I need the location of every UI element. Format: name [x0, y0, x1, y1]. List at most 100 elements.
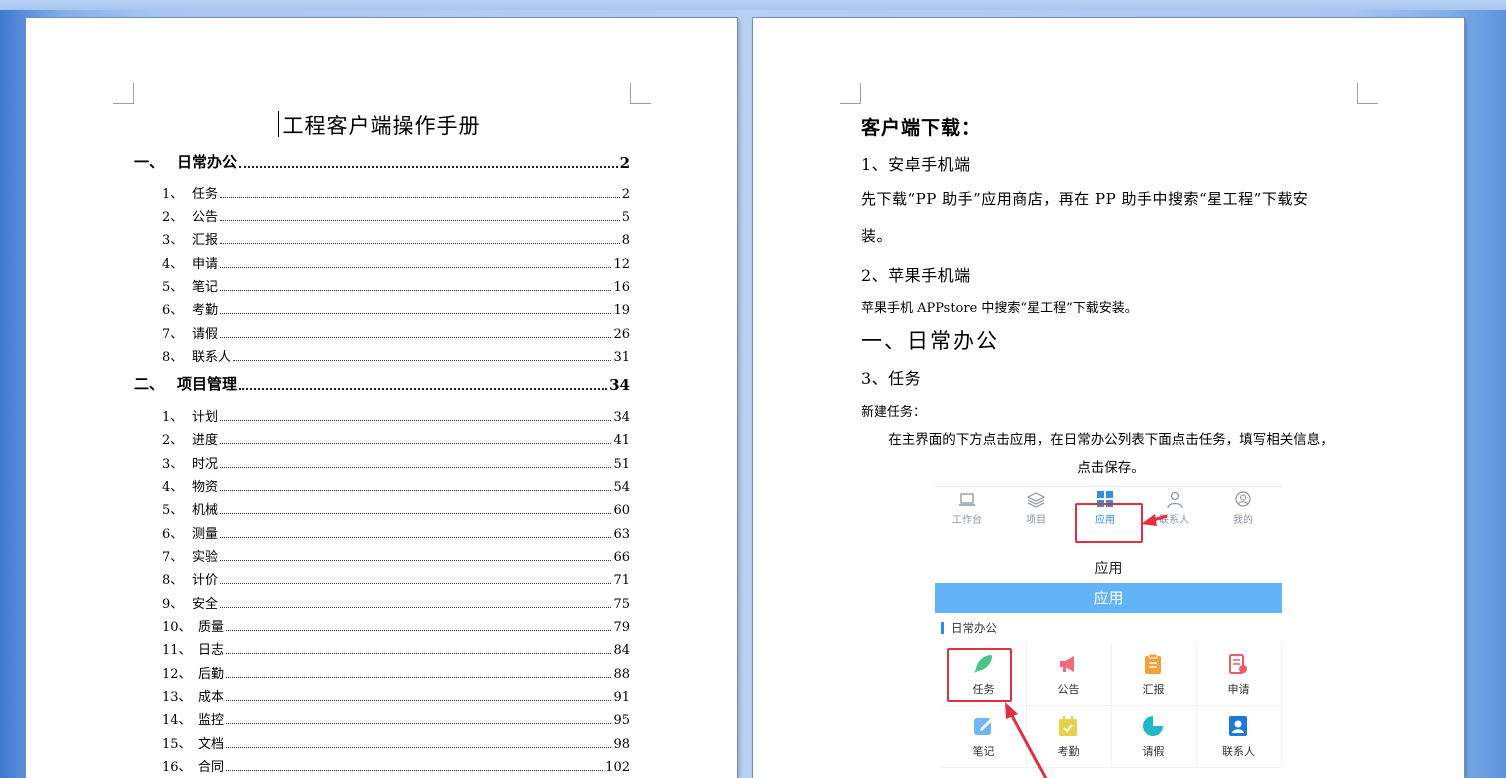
toc-leader [220, 419, 612, 421]
toc-entry[interactable]: 2、 进度 41 [162, 428, 630, 448]
tab-label: 联系人 [1159, 515, 1189, 526]
toc-page-number: 71 [613, 573, 630, 588]
toc-entry-number: 13、 [162, 690, 192, 705]
toc-section-number: 二、 [134, 375, 165, 393]
toc-entry[interactable]: 5、 笔记 16 [162, 275, 630, 295]
toc-entry[interactable]: 1、 计划 34 [162, 405, 630, 425]
toc-leader [220, 489, 612, 491]
margin-corner-top-right [1357, 83, 1378, 104]
android-heading[interactable]: 1、安卓手机端 [861, 151, 971, 175]
layers-icon [1026, 492, 1046, 508]
toc-leader [220, 442, 612, 444]
app-tile-leave: 请假 [1111, 705, 1197, 768]
calendar-check-icon [1059, 716, 1077, 736]
ios-heading[interactable]: 2、苹果手机端 [861, 262, 971, 286]
toc-page-number: 79 [613, 620, 630, 635]
toc-entry[interactable]: 6、 测量 63 [162, 522, 630, 542]
task-heading[interactable]: 3、任务 [861, 365, 921, 389]
toc-entry-number: 7、 [162, 327, 184, 342]
toc-section-heading[interactable]: 二、 项目管理 34 [134, 374, 630, 394]
tab-projects: 项目 [1006, 489, 1066, 526]
toc-page-number: 95 [613, 713, 630, 728]
toc-section-heading[interactable]: 一、 日常办公 2 [134, 152, 630, 172]
megaphone-icon [1060, 656, 1074, 672]
download-heading[interactable]: 客户端下载： [861, 113, 981, 140]
document-title[interactable]: 工程客户端操作手册 [26, 110, 737, 140]
new-task-label[interactable]: 新建任务： [861, 401, 926, 420]
contact-card-icon [1229, 716, 1247, 736]
toc-entry-label: 监控 [198, 713, 225, 728]
toc-entry-label: 笔记 [192, 280, 219, 295]
toc-page-number: 2 [619, 154, 630, 172]
toc-leader [220, 536, 612, 538]
toc-entry[interactable]: 8、 计价 71 [162, 568, 630, 588]
margin-corner-top-left [840, 83, 861, 104]
document-page-content[interactable]: 客户端下载： 1、安卓手机端 先下载“PP 助手”应用商店，再在 PP 助手中搜… [753, 18, 1464, 778]
toc-entry[interactable]: 12、 后勤 88 [162, 662, 630, 682]
toc-leader [220, 242, 620, 244]
android-body-line-1[interactable]: 先下载“PP 助手”应用商店，再在 PP 助手中搜索“星工程”下载安 [861, 188, 1308, 209]
toc-leader [226, 629, 612, 631]
toc-entry[interactable]: 10、 质量 79 [162, 615, 630, 635]
toc-page-number: 8 [621, 233, 630, 248]
laptop-icon [959, 493, 975, 506]
android-body-line-2[interactable]: 装。 [861, 225, 892, 246]
toc-entry-number: 8、 [162, 350, 184, 365]
toc-entry[interactable]: 5、 机械 60 [162, 498, 630, 518]
toc-entry-label: 安全 [192, 597, 219, 612]
toc-page-number: 98 [613, 737, 630, 752]
toc-page-number: 54 [613, 480, 630, 495]
toc-entry[interactable]: 14、 监控 95 [162, 708, 630, 728]
toc-page-number: 31 [613, 350, 630, 365]
margin-corner-top-left [113, 83, 134, 104]
toc-entry-label: 任务 [192, 187, 219, 202]
section-heading[interactable]: 一、日常办公 [861, 325, 999, 355]
tab-label: 工作台 [952, 515, 982, 526]
app-tile-label: 申请 [1227, 683, 1250, 696]
toc-entry[interactable]: 3、 时况 51 [162, 452, 630, 472]
toc-entry[interactable]: 15、 文档 98 [162, 732, 630, 752]
toc-entry-label: 申请 [192, 257, 219, 272]
toc-entry[interactable]: 13、 成本 91 [162, 685, 630, 705]
toc-entry-label: 考勤 [192, 303, 219, 318]
toc-entry-label: 质量 [198, 620, 225, 635]
toc-entry-number: 4、 [162, 257, 184, 272]
toc-entry-label: 公告 [192, 210, 219, 225]
toc-leader [239, 387, 608, 390]
toc-entry[interactable]: 1、 任务 2 [162, 182, 630, 202]
instruction-line-1[interactable]: 在主界面的下方点击应用，在日常办公列表下面点击任务，填写相关信息， [861, 428, 1361, 448]
toc-leader [226, 676, 612, 678]
document-page-toc[interactable]: 工程客户端操作手册 一、 日常办公 2 1、 任务 2 2、 公告 5 3、 汇报 8 4、… [26, 18, 737, 778]
toc-entry[interactable]: 7、 实验 66 [162, 545, 630, 565]
toc-leader [220, 266, 612, 268]
toc-entry-number: 4、 [162, 480, 184, 495]
window-top-strip [0, 0, 1506, 10]
toc-entry[interactable]: 11、 日志 84 [162, 638, 630, 658]
highlight-box-apps-tab [1075, 503, 1143, 543]
toc-entry[interactable]: 9、 安全 75 [162, 592, 630, 612]
clipboard-icon [1145, 653, 1161, 674]
toc-entry[interactable]: 3、 汇报 8 [162, 228, 630, 248]
instruction-line-2[interactable]: 点击保存。 [861, 456, 1361, 476]
toc-entry-label: 文档 [198, 737, 225, 752]
toc-page-number: 34 [613, 410, 630, 425]
toc-entry[interactable]: 4、 申请 12 [162, 252, 630, 272]
toc-entry[interactable]: 2、 公告 5 [162, 205, 630, 225]
toc-entry[interactable]: 6、 考勤 19 [162, 298, 630, 318]
ios-body[interactable]: 苹果手机 APPstore 中搜索“星工程”下载安装。 [861, 297, 1138, 316]
toc-entry[interactable]: 8、 联系人 31 [162, 345, 630, 365]
contacts-icon [1167, 491, 1183, 509]
toc-entry-label: 汇报 [192, 233, 219, 248]
toc-entry-number: 11、 [162, 643, 192, 658]
app-tile-label: 考勤 [1057, 745, 1080, 758]
tab-workbench: 工作台 [937, 489, 997, 526]
toc-entry[interactable]: 4、 物资 54 [162, 475, 630, 495]
toc-entry[interactable]: 7、 请假 26 [162, 322, 630, 342]
toc-entry-number: 3、 [162, 457, 184, 472]
toc-entry-label: 实验 [192, 550, 219, 565]
toc-entry-number: 7、 [162, 550, 184, 565]
toc-entry[interactable]: 16、 合同 102 [162, 755, 630, 775]
toc-page-number: 5 [621, 210, 630, 225]
toc-entry-label: 时况 [192, 457, 219, 472]
pie-icon [1143, 716, 1163, 736]
